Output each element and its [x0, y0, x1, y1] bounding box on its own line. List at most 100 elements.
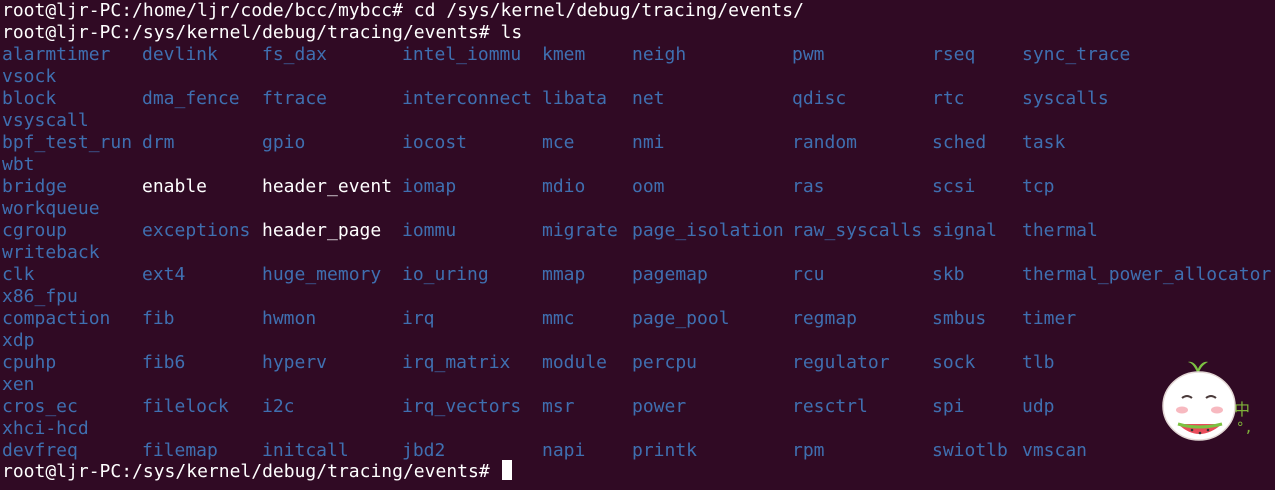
ls-entry: ext4 — [142, 264, 186, 285]
ls-entry: header_event — [262, 176, 393, 197]
ls-entry: exceptions — [142, 220, 251, 241]
ls-entry: compaction — [2, 308, 111, 329]
ls-entry: syscalls — [1022, 88, 1109, 109]
command-line-ls: root@ljr-PC:/sys/kernel/debug/tracing/ev… — [2, 22, 523, 43]
ls-entry: ftrace — [262, 88, 328, 109]
ls-entry: udp — [1022, 396, 1055, 417]
ls-entry: page_pool — [632, 308, 730, 329]
ls-entry: vsock — [2, 66, 57, 87]
ls-entry: hyperv — [262, 352, 328, 373]
ls-entry: iommu — [402, 220, 457, 241]
ls-entry: neigh — [632, 44, 687, 65]
ls-entry: io_uring — [402, 264, 489, 285]
ls-entry: initcall — [262, 440, 349, 461]
ls-entry: smbus — [932, 308, 987, 329]
ls-entry: cros_ec — [2, 396, 78, 417]
ls-entry: filemap — [142, 440, 218, 461]
ls-entry: devlink — [142, 44, 218, 65]
ls-entry: power — [632, 396, 687, 417]
prompt-text: root@ljr-PC:/sys/kernel/debug/tracing/ev… — [2, 461, 501, 482]
command-line-cd: root@ljr-PC:/home/ljr/code/bcc/mybcc# cd… — [2, 0, 804, 21]
ime-indicator-dots: °, — [1236, 420, 1253, 436]
ls-entry: filelock — [142, 396, 229, 417]
ls-entry: sched — [932, 132, 987, 153]
ls-entry: enable — [142, 176, 208, 197]
ls-entry: timer — [1022, 308, 1077, 329]
ls-entry: rseq — [932, 44, 976, 65]
ls-entry: libata — [542, 88, 608, 109]
ls-entry: xhci-hcd — [2, 418, 89, 439]
ls-entry: drm — [142, 132, 175, 153]
ls-entry: jbd2 — [402, 440, 446, 461]
ls-entry: kmem — [542, 44, 586, 65]
ls-entry: clk — [2, 264, 35, 285]
ls-entry: i2c — [262, 396, 295, 417]
ls-entry: cpuhp — [2, 352, 57, 373]
ls-entry: gpio — [262, 132, 306, 153]
ls-entry: migrate — [542, 220, 618, 241]
ls-entry: mce — [542, 132, 575, 153]
ls-entry: workqueue — [2, 198, 100, 219]
ls-entry: sync_trace — [1022, 44, 1131, 65]
ls-entry: writeback — [2, 242, 100, 263]
ls-entry: thermal_power_allocator — [1022, 264, 1272, 285]
ls-entry: interconnect — [402, 88, 533, 109]
ls-entry: intel_iommu — [402, 44, 522, 65]
ls-entry: block — [2, 88, 57, 109]
ls-entry: regulator — [792, 352, 890, 373]
ls-entry: pagemap — [632, 264, 708, 285]
ls-entry: ras — [792, 176, 825, 197]
ls-entry: bridge — [2, 176, 68, 197]
ls-entry: alarmtimer — [2, 44, 111, 65]
ls-entry: vsyscall — [2, 110, 89, 131]
ls-entry: task — [1022, 132, 1066, 153]
ls-entry: header_page — [262, 220, 382, 241]
ls-entry: net — [632, 88, 665, 109]
ls-entry: mmap — [542, 264, 586, 285]
ls-entry: bpf_test_run — [2, 132, 133, 153]
terminal-window[interactable]: root@ljr-PC:/home/ljr/code/bcc/mybcc# cd… — [0, 0, 1275, 490]
ime-indicator[interactable]: 中 — [1234, 396, 1250, 420]
ls-entry: iomap — [402, 176, 457, 197]
ls-entry: fs_dax — [262, 44, 328, 65]
ls-entry: skb — [932, 264, 965, 285]
ls-entry: napi — [542, 440, 586, 461]
ls-entry: mmc — [542, 308, 575, 329]
ls-entry: tlb — [1022, 352, 1055, 373]
ls-entry: oom — [632, 176, 665, 197]
ls-entry: devfreq — [2, 440, 78, 461]
ls-entry: vmscan — [1022, 440, 1088, 461]
ls-entry: raw_syscalls — [792, 220, 923, 241]
ls-entry: rtc — [932, 88, 965, 109]
ls-entry: signal — [932, 220, 998, 241]
ls-entry: iocost — [402, 132, 468, 153]
ls-entry: printk — [632, 440, 698, 461]
ls-entry: rpm — [792, 440, 825, 461]
command-line-prompt[interactable]: root@ljr-PC:/sys/kernel/debug/tracing/ev… — [2, 460, 512, 482]
ls-entry: x86_fpu — [2, 286, 78, 307]
ls-entry: dma_fence — [142, 88, 240, 109]
ls-entry: msr — [542, 396, 575, 417]
ls-entry: random — [792, 132, 858, 153]
ls-entry: thermal — [1022, 220, 1098, 241]
ls-entry: cgroup — [2, 220, 68, 241]
ls-entry: module — [542, 352, 608, 373]
ls-entry: resctrl — [792, 396, 868, 417]
ls-entry: irq_matrix — [402, 352, 511, 373]
ls-entry: wbt — [2, 154, 35, 175]
ls-entry: percpu — [632, 352, 698, 373]
ls-entry: scsi — [932, 176, 976, 197]
ls-entry: nmi — [632, 132, 665, 153]
ls-entry: regmap — [792, 308, 858, 329]
ls-entry: huge_memory — [262, 264, 382, 285]
ls-entry: pwm — [792, 44, 825, 65]
ls-entry: irq — [402, 308, 435, 329]
ls-entry: qdisc — [792, 88, 847, 109]
ls-entry: spi — [932, 396, 965, 417]
ls-entry: tcp — [1022, 176, 1055, 197]
ls-entry: xen — [2, 374, 35, 395]
ls-entry: xdp — [2, 330, 35, 351]
ls-entry: hwmon — [262, 308, 317, 329]
ls-entry: irq_vectors — [402, 396, 522, 417]
ls-entry: rcu — [792, 264, 825, 285]
